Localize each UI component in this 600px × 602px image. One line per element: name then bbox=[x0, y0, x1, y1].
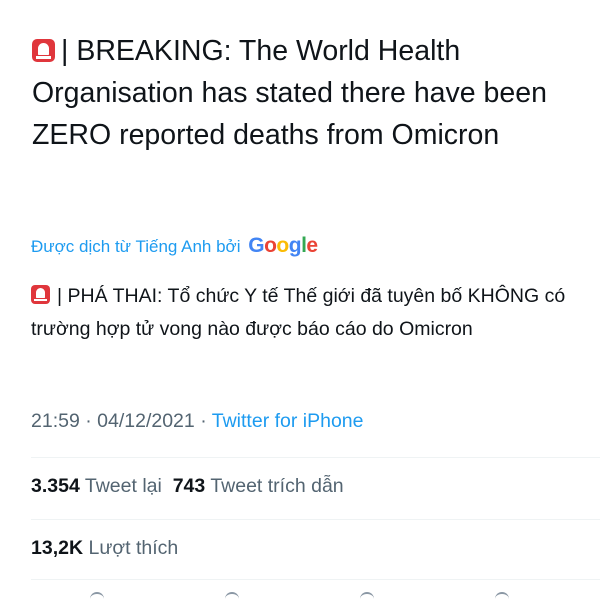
quotes-label: Tweet trích dẫn bbox=[210, 475, 344, 497]
translated-by-row[interactable]: Được dịch từ Tiếng Anh bởi Google bbox=[31, 234, 318, 258]
divider bbox=[31, 579, 600, 580]
meta-separator: · bbox=[85, 410, 92, 432]
like-icon[interactable] bbox=[360, 592, 374, 602]
google-logo-letter: e bbox=[306, 234, 318, 257]
likes-count: 13,2K bbox=[31, 537, 84, 559]
share-icon[interactable] bbox=[495, 592, 509, 602]
google-logo-letter: G bbox=[248, 234, 265, 257]
google-logo-letter: o bbox=[264, 234, 277, 257]
reply-icon[interactable] bbox=[90, 592, 104, 602]
likes-stat[interactable]: 13,2K Lượt thích bbox=[31, 537, 178, 560]
google-logo: Google bbox=[248, 234, 318, 257]
translated-by-label: Được dịch từ Tiếng Anh bởi bbox=[31, 237, 241, 256]
retweets-label: Tweet lại bbox=[84, 475, 162, 497]
quotes-stat[interactable]: 743 Tweet trích dẫn bbox=[173, 475, 344, 497]
translated-text-content: | PHÁ THAI: Tổ chức Y tế Thế giới đã tuy… bbox=[31, 285, 566, 340]
tweet-source-link[interactable]: Twitter for iPhone bbox=[212, 410, 364, 432]
tweet-time[interactable]: 21:59 bbox=[31, 410, 80, 432]
retweets-count: 3.354 bbox=[31, 475, 80, 497]
action-bar bbox=[0, 592, 600, 600]
police-car-light-icon bbox=[32, 39, 55, 62]
quotes-count: 743 bbox=[172, 475, 206, 497]
divider bbox=[31, 457, 600, 458]
retweet-icon[interactable] bbox=[225, 592, 239, 602]
tweet-text-content: | BREAKING: The World Health Organisatio… bbox=[32, 35, 547, 151]
tweet-text: | BREAKING: The World Health Organisatio… bbox=[32, 30, 577, 156]
translated-tweet-text: | PHÁ THAI: Tổ chức Y tế Thế giới đã tuy… bbox=[31, 280, 576, 346]
engagement-stats: 3.354 Tweet lại 743 Tweet trích dẫn bbox=[31, 475, 344, 498]
likes-label: Lượt thích bbox=[88, 537, 179, 559]
google-logo-letter: g bbox=[288, 234, 302, 257]
retweets-stat[interactable]: 3.354 Tweet lại bbox=[31, 475, 162, 497]
divider bbox=[31, 519, 600, 520]
meta-separator: · bbox=[200, 410, 207, 432]
tweet-date[interactable]: 04/12/2021 bbox=[97, 410, 195, 432]
google-logo-letter: o bbox=[276, 234, 289, 257]
tweet-meta: 21:59 · 04/12/2021 · Twitter for iPhone bbox=[31, 410, 364, 433]
police-car-light-icon bbox=[31, 285, 50, 304]
